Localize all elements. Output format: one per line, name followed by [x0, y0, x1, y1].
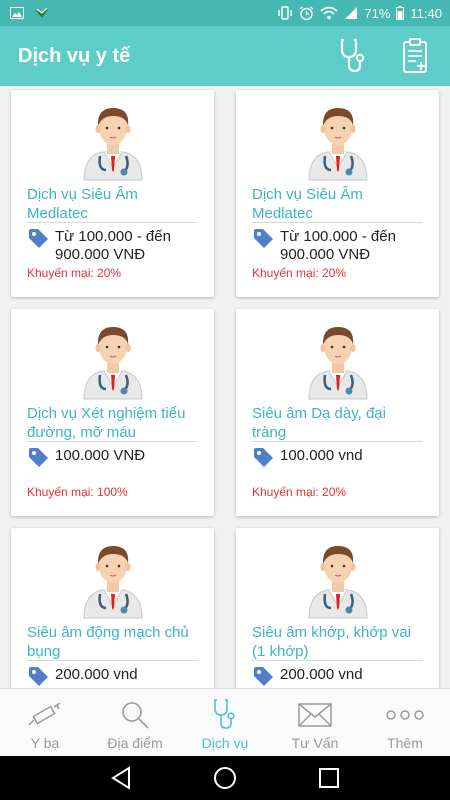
service-promo: Khuyến mại: 20% [27, 266, 122, 280]
nav-item-tu-van[interactable]: Tư Vấn [270, 689, 360, 756]
medical-record-button[interactable] [398, 36, 432, 76]
price-tag-icon [254, 448, 273, 467]
battery-icon [396, 6, 405, 20]
doctor-avatar-icon [307, 108, 368, 181]
service-name[interactable]: Dịch vụ Xét nghiệm tiểu đường, mỡ máu [27, 404, 198, 442]
nav-label: Dịch vụ [201, 735, 249, 751]
divider [252, 222, 423, 223]
service-promo: Khuyến mại: 20% [252, 266, 347, 280]
divider [252, 441, 423, 442]
app-notification-icon [35, 7, 49, 18]
service-price: 200.000 vnd [280, 666, 363, 683]
nav-item-dich-vu[interactable]: Dịch vụ [180, 689, 270, 756]
stethoscope-button[interactable] [336, 36, 370, 76]
status-left [10, 7, 50, 19]
nav-label: Y bạ [30, 735, 60, 751]
service-name[interactable]: Siêu âm khớp, khớp vai (1 khớp) [252, 623, 423, 661]
divider [27, 441, 198, 442]
search-icon [122, 702, 149, 729]
doctor-avatar-icon [307, 546, 368, 619]
price-row: 200.000 vnd [27, 666, 204, 687]
service-card[interactable]: Dịch vụ Siêu Âm Medlatec Từ 100.000 - đế… [11, 90, 214, 297]
service-list[interactable]: Dịch vụ Siêu Âm Medlatec Từ 100.000 - đế… [0, 86, 450, 688]
service-name[interactable]: Dịch vụ Siêu Âm Medlatec [27, 185, 198, 223]
service-card[interactable]: Dịch vụ Xét nghiệm tiểu đường, mỡ máu 10… [11, 309, 214, 516]
nav-label: Tư Vấn [291, 735, 339, 751]
nav-label: Thêm [387, 735, 423, 751]
service-promo: Khuyến mại: 20% [252, 485, 347, 499]
service-name[interactable]: Siêu âm Dạ dày, đại tràng [252, 404, 423, 442]
alarm-icon [299, 5, 314, 20]
nav-label: Địa điểm [107, 735, 163, 751]
price-row: Từ 100.000 - đến 900.000 VNĐ [27, 228, 204, 264]
back-icon[interactable] [110, 766, 132, 790]
system-nav-bar [0, 756, 450, 800]
bottom-nav: Y bạ Địa điểm Dịch vụ Tư Vấn Thêm [0, 688, 450, 756]
stethoscope-icon [340, 38, 365, 73]
service-name[interactable]: Siêu âm động mạch chủ bụng [27, 623, 198, 661]
battery-percent: 71% [364, 5, 391, 21]
price-row: 100.000 VNĐ [27, 447, 204, 468]
doctor-avatar-icon [82, 546, 143, 619]
price-tag-icon [29, 229, 48, 248]
status-right: 71% 11:40 [277, 6, 442, 21]
service-price: Từ 100.000 - đến 900.000 VNĐ [280, 228, 396, 263]
nav-item-y-ba[interactable]: Y bạ [0, 689, 90, 756]
nav-item-them[interactable]: Thêm [360, 689, 450, 756]
service-grid: Dịch vụ Siêu Âm Medlatec Từ 100.000 - đế… [11, 90, 439, 688]
syringe-icon [28, 702, 61, 726]
price-tag-icon [254, 667, 273, 686]
envelope-icon [298, 703, 332, 727]
price-row: Từ 100.000 - đến 900.000 VNĐ [252, 228, 429, 264]
price-tag-icon [29, 667, 48, 686]
stethoscope-icon [214, 699, 235, 729]
status-bar: 71% 11:40 [0, 0, 450, 26]
home-icon[interactable] [213, 766, 237, 790]
service-price: 100.000 VNĐ [55, 447, 146, 464]
service-card[interactable]: Siêu âm Dạ dày, đại tràng 100.000 vnd Kh… [236, 309, 439, 516]
service-card[interactable]: Siêu âm khớp, khớp vai (1 khớp) 200.000 … [236, 528, 439, 688]
page-title: Dịch vụ y tế [18, 44, 131, 67]
doctor-avatar-icon [82, 108, 143, 181]
nav-item-dia-diem[interactable]: Địa điểm [90, 689, 180, 756]
price-row: 200.000 vnd [252, 666, 429, 687]
price-row: 100.000 vnd [252, 447, 429, 468]
app-actions [336, 36, 432, 76]
clock: 11:40 [410, 5, 442, 21]
service-name[interactable]: Dịch vụ Siêu Âm Medlatec [252, 185, 423, 223]
service-price: 100.000 vnd [280, 447, 363, 464]
doctor-avatar-icon [82, 327, 143, 400]
recent-apps-icon[interactable] [318, 767, 340, 789]
divider [27, 222, 198, 223]
service-price: 200.000 vnd [55, 666, 138, 683]
app-bar: Dịch vụ y tế [0, 26, 450, 86]
doctor-avatar-icon [307, 327, 368, 400]
price-tag-icon [29, 448, 48, 467]
wifi-icon [320, 6, 338, 20]
divider [27, 660, 198, 661]
vibrate-icon [278, 6, 293, 20]
image-icon [10, 7, 24, 19]
service-card[interactable]: Dịch vụ Siêu Âm Medlatec Từ 100.000 - đế… [236, 90, 439, 297]
divider [252, 660, 423, 661]
service-promo: Khuyến mại: 100% [27, 485, 128, 499]
more-icon [386, 710, 424, 720]
service-card[interactable]: Siêu âm động mạch chủ bụng 200.000 vnd K… [11, 528, 214, 688]
clipboard-icon [403, 38, 427, 73]
price-tag-icon [254, 229, 273, 248]
service-price: Từ 100.000 - đến 900.000 VNĐ [55, 228, 171, 263]
signal-icon [345, 7, 358, 19]
